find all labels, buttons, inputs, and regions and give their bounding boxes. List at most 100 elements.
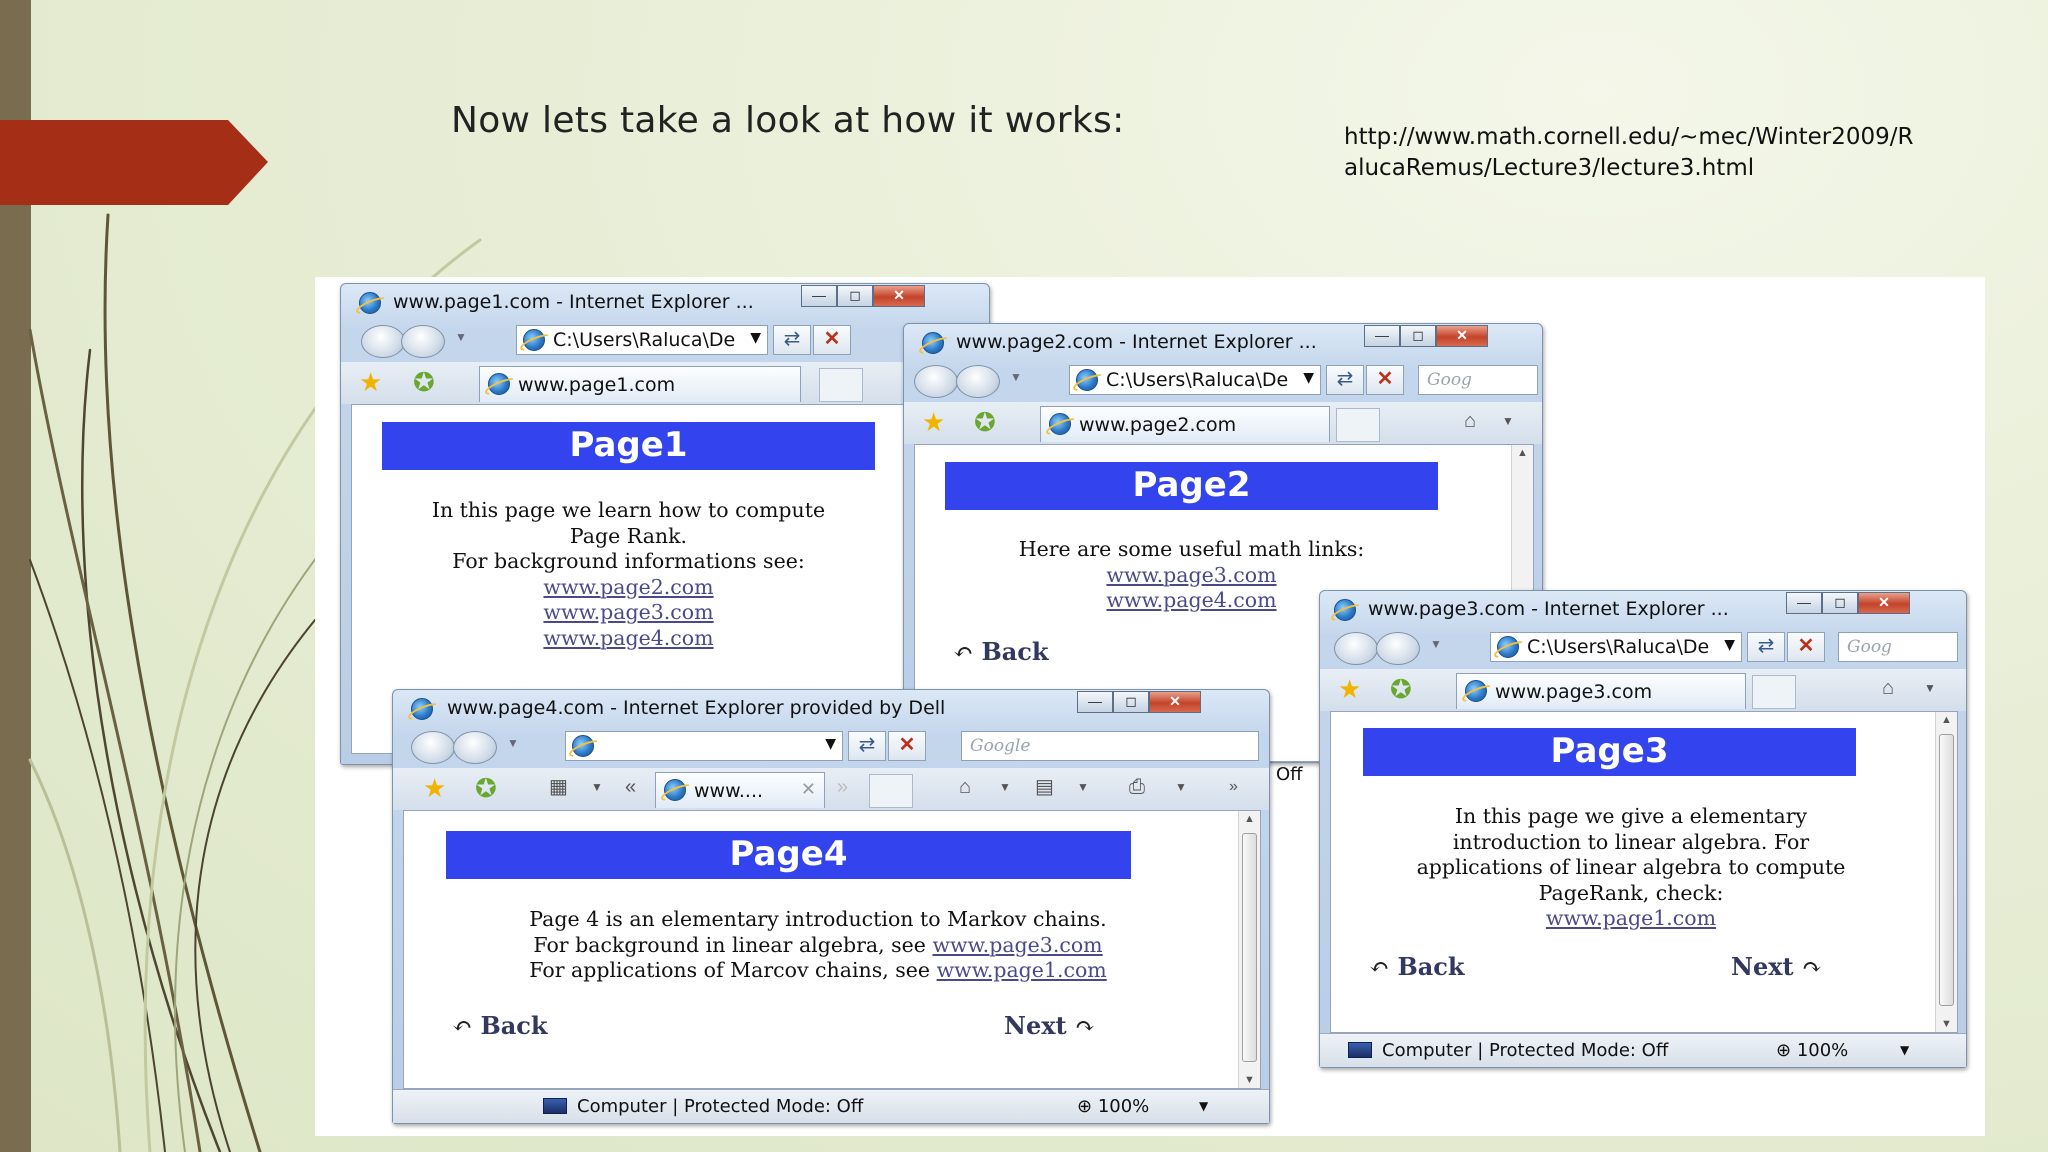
tab-list-icon[interactable]: « [625,775,636,799]
next-link[interactable]: Next ↷ [1004,1011,1095,1040]
forward-button[interactable] [1376,632,1420,665]
scrollbar[interactable]: ▲ ▼ [1935,712,1957,1032]
minimize-button[interactable]: — [801,285,837,307]
add-favorites-icon[interactable]: ✪ [475,775,497,801]
forward-button[interactable] [453,731,497,764]
new-tab-button[interactable] [869,774,913,808]
address-bar[interactable]: ▼ [565,731,843,761]
maximize-button[interactable]: ◻ [837,285,873,307]
browser-window-page3[interactable]: www.page3.com - Internet Explorer ... — … [1319,590,1967,1068]
refresh-icon[interactable]: ⇄ [848,731,886,761]
home-dropdown-icon[interactable]: ▼ [1924,676,1936,700]
link-page2[interactable]: www.page2.com [543,575,713,599]
back-button[interactable] [1334,632,1378,665]
title-bar[interactable]: www.page4.com - Internet Explorer provid… [393,690,1269,726]
scroll-up-icon[interactable]: ▲ [1941,714,1952,726]
new-tab-button[interactable] [1752,675,1796,709]
new-tab-button[interactable] [1336,408,1380,442]
stop-icon[interactable]: ✕ [1366,365,1404,395]
zoom-dropdown-icon[interactable]: ▼ [1199,1099,1208,1113]
add-favorites-icon[interactable]: ✪ [974,409,996,435]
title-bar[interactable]: www.page1.com - Internet Explorer ... — … [341,284,989,320]
zoom-level[interactable]: ⊕ 100% [1077,1096,1149,1117]
link-page4[interactable]: www.page4.com [543,626,713,650]
refresh-icon[interactable]: ⇄ [1747,632,1785,662]
history-dropdown-icon[interactable]: ▼ [1010,370,1022,384]
link-page4[interactable]: www.page4.com [1106,588,1276,612]
back-link[interactable]: ↶ Back [452,1011,548,1040]
stop-icon[interactable]: ✕ [813,325,851,355]
maximize-button[interactable]: ◻ [1400,325,1436,347]
address-dropdown-icon[interactable]: ▼ [1303,370,1314,386]
browser-tab[interactable]: www.page1.com [479,366,801,402]
title-bar[interactable]: www.page3.com - Internet Explorer ... — … [1320,591,1966,627]
favorites-star-icon[interactable]: ★ [922,409,945,435]
forward-button[interactable] [401,325,445,358]
link-page3[interactable]: www.page3.com [1106,563,1276,587]
link-page3[interactable]: www.page3.com [543,600,713,624]
refresh-icon[interactable]: ⇄ [1326,365,1364,395]
scroll-thumb[interactable] [1939,734,1954,1006]
close-button[interactable]: ✕ [873,285,925,307]
maximize-button[interactable]: ◻ [1113,691,1149,713]
print-icon[interactable]: ⎙ [1129,775,1145,799]
stop-icon[interactable]: ✕ [888,731,926,761]
back-button[interactable] [361,325,405,358]
address-bar[interactable]: C:\Users\Raluca\De ▼ [1069,365,1321,395]
search-box[interactable]: Google [961,731,1259,761]
browser-tab[interactable]: www.page3.com [1456,673,1746,709]
link-page1[interactable]: www.page1.com [937,958,1107,982]
next-link[interactable]: Next ↷ [1731,952,1822,981]
home-dropdown-icon[interactable]: ▼ [999,775,1011,799]
browser-tab[interactable]: www.page2.com [1040,406,1330,442]
close-button[interactable]: ✕ [1858,592,1910,614]
toolbar-overflow-icon[interactable]: » [1229,775,1238,799]
minimize-button[interactable]: — [1786,592,1822,614]
back-link[interactable]: ↶ Back [1369,952,1465,981]
forward-button[interactable] [956,365,1000,398]
stop-icon[interactable]: ✕ [1787,632,1825,662]
close-button[interactable]: ✕ [1436,325,1488,347]
scroll-down-icon[interactable]: ▼ [1244,1074,1255,1086]
address-dropdown-icon[interactable]: ▼ [825,736,836,752]
address-dropdown-icon[interactable]: ▼ [1724,637,1735,653]
new-tab-button[interactable] [819,368,863,402]
maximize-button[interactable]: ◻ [1822,592,1858,614]
title-bar[interactable]: www.page2.com - Internet Explorer ... — … [904,324,1542,360]
history-dropdown-icon[interactable]: ▼ [1430,637,1442,651]
scrollbar[interactable]: ▲ ▼ [1238,811,1260,1088]
tab-scroll-icon[interactable]: » [837,775,848,799]
add-favorites-icon[interactable]: ✪ [1390,676,1412,702]
scroll-up-icon[interactable]: ▲ [1244,813,1255,825]
refresh-icon[interactable]: ⇄ [773,325,811,355]
browser-window-page4[interactable]: www.page4.com - Internet Explorer provid… [392,689,1270,1124]
scroll-thumb[interactable] [1242,833,1257,1062]
browser-tab[interactable]: www.... ✕ [655,772,825,808]
close-button[interactable]: ✕ [1149,691,1201,713]
minimize-button[interactable]: — [1077,691,1113,713]
back-button[interactable] [411,731,455,764]
add-favorites-icon[interactable]: ✪ [413,369,435,395]
print-dropdown-icon[interactable]: ▼ [1175,775,1187,799]
home-icon[interactable]: ⌂ [1464,409,1476,433]
link-page3[interactable]: www.page3.com [932,933,1102,957]
address-dropdown-icon[interactable]: ▼ [750,330,761,346]
address-bar[interactable]: C:\Users\Raluca\De ▼ [1490,632,1742,662]
back-button[interactable] [914,365,958,398]
favorites-star-icon[interactable]: ★ [423,775,446,801]
search-box[interactable]: Goog [1838,632,1958,662]
quick-tabs-icon[interactable]: ▦ [549,775,568,799]
quick-tabs-dropdown-icon[interactable]: ▼ [591,775,603,799]
zoom-dropdown-icon[interactable]: ▼ [1900,1043,1909,1057]
address-bar[interactable]: C:\Users\Raluca\De ▼ [516,325,768,355]
scroll-down-icon[interactable]: ▼ [1941,1018,1952,1030]
home-dropdown-icon[interactable]: ▼ [1502,409,1514,433]
zoom-level[interactable]: ⊕ 100% [1776,1040,1848,1061]
history-dropdown-icon[interactable]: ▼ [455,330,467,344]
favorites-star-icon[interactable]: ★ [1338,676,1361,702]
source-link[interactable]: http://www.math.cornell.edu/~mec/Winter2… [1344,122,1924,184]
history-dropdown-icon[interactable]: ▼ [507,736,519,750]
feeds-icon[interactable]: ▤ [1035,775,1054,799]
home-icon[interactable]: ⌂ [1882,676,1894,700]
favorites-star-icon[interactable]: ★ [359,369,382,395]
